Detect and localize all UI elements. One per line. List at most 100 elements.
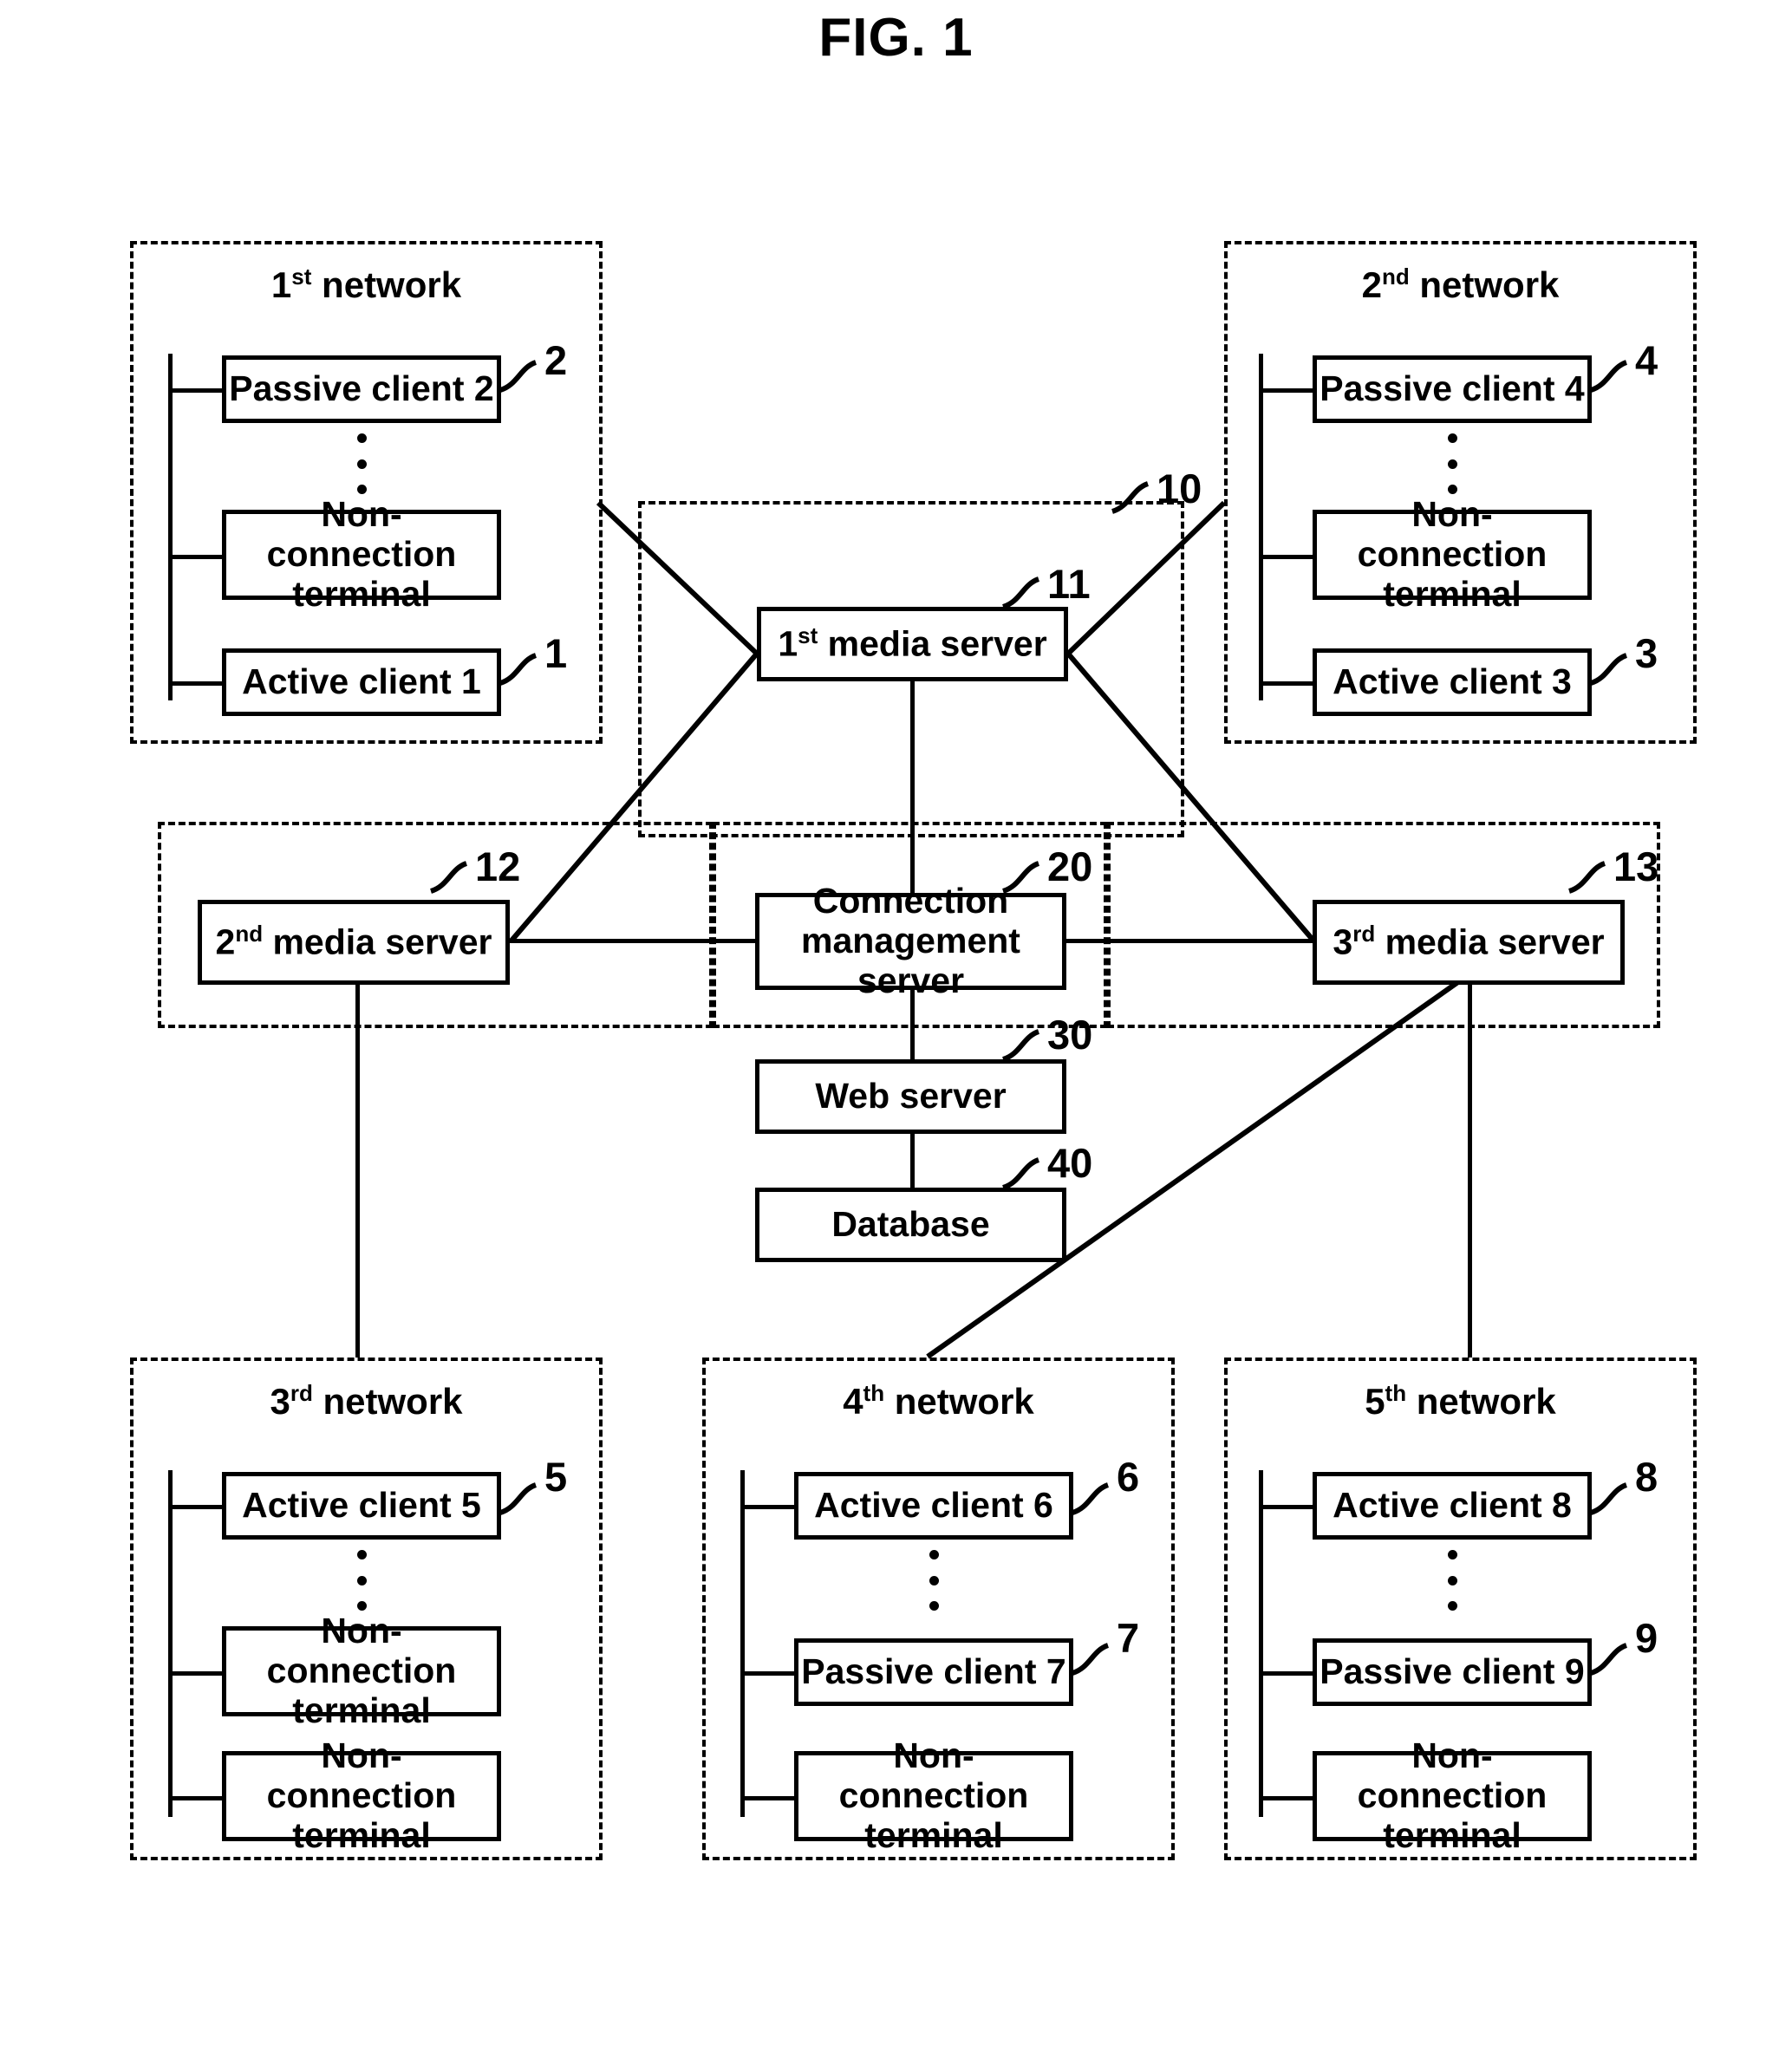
node-active-client-1[interactable]: Active client 1 [222,648,501,716]
node-non-connection-terminal[interactable]: Non-connection terminal [222,1735,501,1855]
ref-numeral-12: 12 [475,843,521,889]
node-label: Non-connection terminal [838,1735,1029,1855]
network-ordinal-suffix: th [1385,1380,1407,1406]
node-connection-management-server[interactable]: Connection management server [755,881,1066,1000]
node-web-server[interactable]: Web server [755,1059,1066,1134]
ellipsis-vertical [929,1550,939,1611]
link-media2-to-3rd-network [355,985,360,1358]
node-label: Non-connection terminal [1357,494,1548,614]
network-bus-4 [740,1470,745,1817]
region-2nd-network-label: 2nd network [1228,264,1693,306]
node-2nd-media-server[interactable]: 2nd media server [198,900,510,985]
network-bus-1 [168,354,173,700]
node-label: Passive client 2 [229,368,494,409]
node-1st-media-server[interactable]: 1st media server [757,607,1068,681]
node-non-connection-terminal[interactable]: Non-connection terminal [222,1611,501,1730]
ellipsis-vertical [357,433,367,494]
server-ordinal: 2 [215,921,236,962]
server-ordinal-suffix: st [798,622,818,649]
node-non-connection-terminal[interactable]: Non-connection terminal [222,494,501,614]
ref-numeral-13: 13 [1613,843,1659,889]
ref-numeral-11: 11 [1047,561,1091,607]
node-passive-client-2[interactable]: Passive client 2 [222,355,501,423]
ref-numeral-1: 1 [544,630,568,676]
ref-numeral-2: 2 [544,337,568,383]
node-label: Non-connection terminal [266,1735,457,1855]
ref-numeral-6: 6 [1117,1454,1140,1500]
link-media1-to-cms [910,681,915,905]
bus-stub [740,1505,796,1509]
node-label: Passive client 9 [1320,1651,1585,1692]
server-ordinal: 3 [1333,921,1353,962]
bus-stub [1259,1796,1314,1800]
node-active-client-5[interactable]: Active client 5 [222,1472,501,1540]
node-passive-client-4[interactable]: Passive client 4 [1313,355,1592,423]
network-word: network [1406,1381,1556,1422]
network-ordinal-suffix: th [863,1380,885,1406]
bus-stub [1259,1671,1314,1676]
ellipsis-vertical [1448,433,1457,494]
node-label: Non-connection terminal [266,1611,457,1730]
ref-numeral-3: 3 [1635,630,1658,676]
ref-numeral-40: 40 [1047,1140,1093,1186]
network-ordinal: 5 [1365,1381,1385,1422]
network-bus-3 [168,1470,173,1817]
server-word: media server [263,921,492,962]
node-label: Passive client 4 [1320,368,1585,409]
node-active-client-6[interactable]: Active client 6 [794,1472,1073,1540]
bus-stub [1259,1505,1314,1509]
ref-numeral-4: 4 [1635,337,1658,383]
bus-stub [740,1796,796,1800]
ref-numeral-30: 30 [1047,1012,1093,1058]
node-3rd-media-server[interactable]: 3rd media server [1313,900,1625,985]
ref-numeral-20: 20 [1047,843,1093,889]
server-word: media server [818,623,1047,664]
node-non-connection-terminal[interactable]: Non-connection terminal [794,1735,1073,1855]
node-label: Active client 8 [1333,1485,1572,1526]
node-label: Active client 1 [242,661,481,702]
network-bus-2 [1259,354,1263,700]
node-label: Non-connection terminal [266,494,457,614]
network-word: network [1409,264,1560,305]
network-ordinal: 1 [270,264,292,305]
network-ordinal-suffix: rd [290,1380,313,1406]
node-label: Web server [815,1076,1007,1117]
node-non-connection-terminal[interactable]: Non-connection terminal [1313,494,1592,614]
link-cms-to-media3 [1066,939,1314,943]
node-label: Active client 5 [242,1485,481,1526]
bus-stub [1259,555,1314,559]
network-ordinal-suffix: nd [1381,264,1410,290]
region-1st-network-label: 1st network [134,264,599,306]
network-ordinal: 2 [1361,264,1382,305]
region-5th-network-label: 5th network [1228,1380,1693,1423]
node-label: Database [831,1204,990,1245]
ellipsis-vertical [1448,1550,1457,1611]
node-database[interactable]: Database [755,1188,1066,1262]
server-ordinal-suffix: nd [235,921,264,947]
link-media2-to-cms [510,939,757,943]
network-ordinal-suffix: st [291,264,312,290]
network-word: network [312,1381,463,1422]
link-media3-to-5th-network [1468,985,1472,1358]
node-passive-client-9[interactable]: Passive client 9 [1313,1638,1592,1706]
region-3rd-network-label: 3rd network [134,1380,599,1423]
bus-stub [740,1671,796,1676]
node-non-connection-terminal[interactable]: Non-connection terminal [1313,1735,1592,1855]
bus-stub [1259,681,1314,686]
network-ordinal: 3 [270,1381,290,1422]
server-ordinal-suffix: rd [1352,921,1376,947]
bus-stub [168,1505,224,1509]
bus-stub [168,555,224,559]
node-label: Active client 3 [1333,661,1572,702]
network-ordinal: 4 [843,1381,863,1422]
node-label: Passive client 7 [801,1651,1066,1692]
node-active-client-8[interactable]: Active client 8 [1313,1472,1592,1540]
node-label-line2: management server [801,921,1020,1000]
bus-stub [168,681,224,686]
node-active-client-3[interactable]: Active client 3 [1313,648,1592,716]
ellipsis-vertical [357,1550,367,1611]
node-label: Active client 6 [814,1485,1053,1526]
ref-numeral-10: 10 [1157,466,1202,511]
node-passive-client-7[interactable]: Passive client 7 [794,1638,1073,1706]
ref-numeral-9: 9 [1635,1615,1658,1661]
